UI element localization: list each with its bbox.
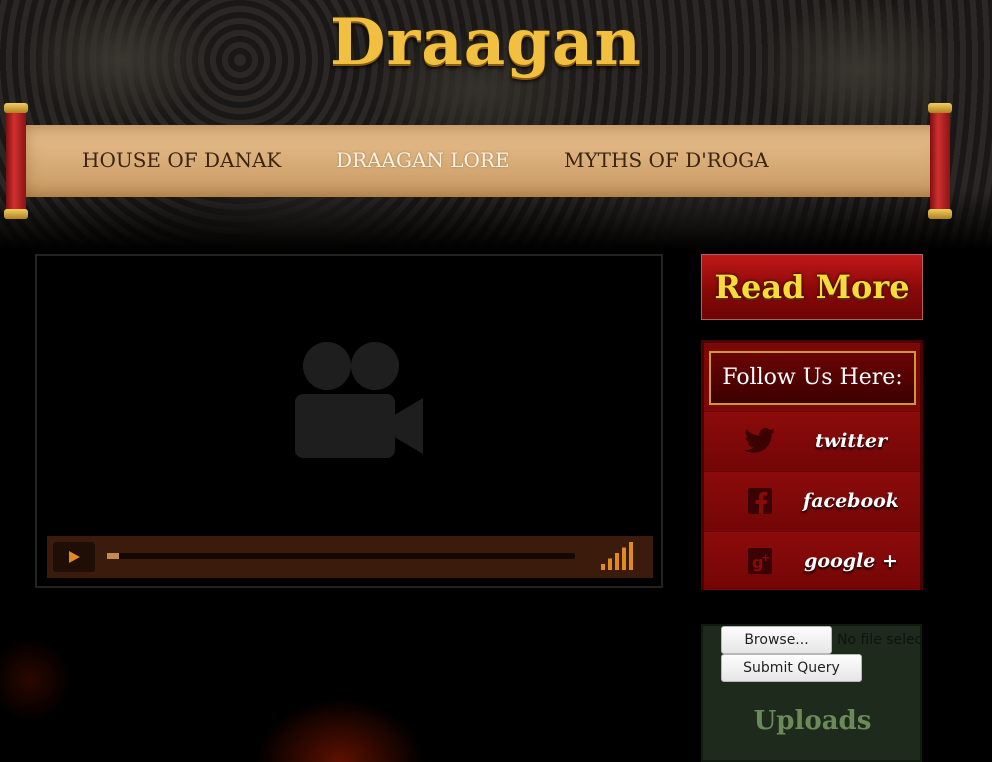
site-logo[interactable]: Draagan [330, 0, 641, 95]
google-plus-label: google + [804, 550, 898, 572]
seek-bar[interactable] [107, 553, 575, 559]
nav-item-house-of-danak[interactable]: HOUSE OF DANAK [82, 148, 281, 172]
twitter-link[interactable]: twitter [704, 411, 920, 470]
fire-glow-background [0, 600, 600, 762]
play-button[interactable] [53, 542, 95, 572]
scroll-rod-left [4, 103, 28, 219]
submit-query-button[interactable]: Submit Query [721, 654, 862, 682]
read-more-button[interactable]: Read More [701, 254, 923, 320]
svg-text:+: + [761, 551, 770, 564]
facebook-link[interactable]: facebook [704, 471, 920, 530]
google-plus-link[interactable]: g + google + [704, 531, 920, 590]
video-camera-icon [295, 342, 423, 458]
volume-bar [608, 558, 612, 570]
nav-item-draagan-lore[interactable]: DRAAGAN LORE [336, 148, 510, 172]
uploads-panel: Browse... No file selected. Submit Query… [701, 624, 922, 762]
volume-icon[interactable] [601, 542, 635, 570]
seek-progress [107, 553, 119, 559]
volume-bar [601, 564, 605, 570]
volume-bar [629, 542, 633, 570]
browse-button[interactable]: Browse... [721, 626, 832, 654]
follow-us-title: Follow Us Here: [709, 351, 916, 405]
volume-bar [615, 553, 619, 570]
facebook-label: facebook [803, 490, 899, 512]
follow-us-panel: Follow Us Here: twitter facebook g + goo… [701, 340, 923, 590]
scroll-rod-right [928, 103, 952, 219]
uploads-title: Uploads [753, 706, 872, 736]
nav-item-myths-of-droga[interactable]: MYTHS OF D'ROGA [564, 148, 769, 172]
google-plus-icon: g + [748, 548, 772, 574]
play-icon [69, 551, 80, 563]
twitter-label: twitter [814, 430, 887, 452]
twitter-icon [744, 428, 775, 453]
video-player[interactable] [35, 254, 663, 588]
player-controls [47, 536, 653, 578]
file-status-text: No file selected. [837, 632, 922, 648]
volume-bar [622, 547, 626, 570]
facebook-icon [748, 488, 772, 514]
